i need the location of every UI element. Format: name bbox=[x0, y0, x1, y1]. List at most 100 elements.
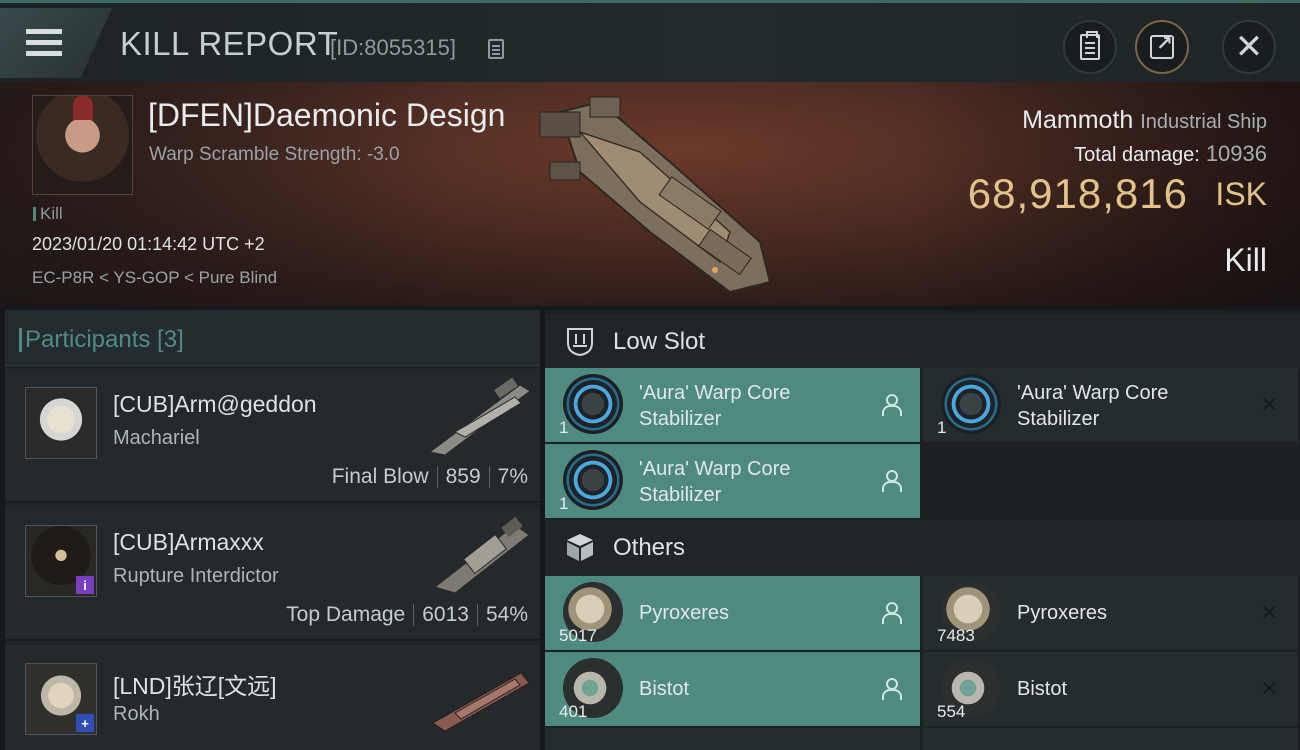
clipboard-button[interactable] bbox=[1063, 20, 1117, 74]
copy-icon[interactable] bbox=[488, 39, 504, 59]
participant-role: Final Blow bbox=[331, 465, 429, 488]
participant-card[interactable]: [CUB]Arm@geddon Machariel Final Blow 859… bbox=[5, 369, 540, 503]
cargo-item-partial[interactable] bbox=[923, 728, 1298, 750]
participant-ship-image bbox=[433, 516, 530, 594]
low-slot-title: Low Slot bbox=[613, 328, 706, 355]
participants-panel: Participants [3] [CUB]Arm@geddon Machari… bbox=[5, 310, 540, 750]
dropped-status bbox=[882, 602, 904, 624]
cargo-item[interactable]: 554 Bistot ✕ bbox=[923, 652, 1298, 726]
destroyed-status: ✕ bbox=[1260, 602, 1282, 624]
participants-title: Participants [3] bbox=[19, 326, 184, 353]
participant-stats: Final Blow 859 7% bbox=[332, 465, 528, 489]
cargo-item[interactable]: 401 Bistot bbox=[545, 652, 920, 726]
item-name: Pyroxeres bbox=[1017, 602, 1108, 624]
participant-card[interactable]: + [LND]张辽[文远] Rokh bbox=[5, 645, 540, 750]
warp-core-stabilizer-icon bbox=[563, 450, 623, 510]
low-slot-icon bbox=[567, 328, 593, 356]
item-quantity: 7483 bbox=[937, 626, 975, 645]
participant-damage: 859 bbox=[445, 465, 481, 488]
destroyed-status: ✕ bbox=[1260, 394, 1282, 416]
participant-stats: Top Damage 6013 54% bbox=[286, 603, 528, 627]
x-icon: ✕ bbox=[1260, 676, 1279, 701]
kill-tag: Kill bbox=[33, 204, 63, 224]
item-name: 'Aura' Warp Core Stabilizer bbox=[639, 382, 791, 430]
others-title: Others bbox=[613, 534, 686, 561]
cargo-item-partial[interactable] bbox=[545, 728, 920, 750]
kill-tag-label: Kill bbox=[40, 204, 63, 223]
close-icon: ✕ bbox=[1234, 28, 1264, 66]
total-damage-label: Total damage: bbox=[1074, 144, 1200, 166]
warp-core-stabilizer-icon bbox=[563, 374, 623, 434]
ship-category: Industrial Ship bbox=[1140, 111, 1267, 133]
victim-portrait[interactable] bbox=[32, 95, 133, 195]
participant-card[interactable]: i [CUB]Armaxxx Rupture Interdictor Top D… bbox=[5, 507, 540, 641]
fitting-item[interactable]: 1 'Aura' Warp Core Stabilizer bbox=[545, 444, 920, 518]
person-icon bbox=[882, 678, 902, 700]
ship-render bbox=[539, 96, 772, 294]
item-quantity: 401 bbox=[559, 702, 588, 721]
item-name: Bistot bbox=[1017, 678, 1068, 700]
participants-header: Participants [3] bbox=[5, 310, 540, 366]
avatar[interactable] bbox=[25, 387, 97, 459]
item-quantity: 1 bbox=[559, 418, 569, 437]
menu-icon bbox=[26, 29, 62, 57]
item-quantity: 1 bbox=[937, 418, 947, 437]
cargo-item[interactable]: 5017 Pyroxeres bbox=[545, 576, 920, 650]
cargo-box-icon bbox=[567, 534, 593, 561]
participant-name: [CUB]Arm@geddon bbox=[113, 391, 317, 417]
participant-role: Top Damage bbox=[286, 603, 406, 626]
others-header: Others bbox=[545, 520, 1300, 576]
ship-class[interactable]: Mammoth Industrial Ship bbox=[1022, 106, 1267, 135]
item-name: 'Aura' Warp Core Stabilizer bbox=[639, 458, 791, 506]
kill-location: EC-P8R < YS-GOP < Pure Blind bbox=[32, 268, 278, 287]
close-button[interactable]: ✕ bbox=[1222, 20, 1276, 74]
fitting-item[interactable]: 1 'Aura' Warp Core Stabilizer ✕ bbox=[923, 368, 1298, 442]
victim-name[interactable]: [DFEN]Daemonic Design bbox=[148, 97, 505, 134]
isk-value: 68,918,816 bbox=[967, 170, 1188, 217]
participant-ship: Rokh bbox=[113, 703, 160, 725]
cargo-item[interactable]: 7483 Pyroxeres ✕ bbox=[923, 576, 1298, 650]
avatar[interactable]: + bbox=[25, 663, 97, 735]
item-quantity: 1 bbox=[559, 494, 569, 513]
report-id: [ID:8055315] bbox=[330, 35, 456, 60]
item-name: 'Aura' Warp Core Stabilizer bbox=[1017, 382, 1169, 430]
participant-ship: Machariel bbox=[113, 427, 200, 449]
item-quantity: 5017 bbox=[559, 626, 597, 645]
item-quantity: 554 bbox=[937, 702, 966, 721]
x-icon: ✕ bbox=[1260, 600, 1279, 625]
item-name: Bistot bbox=[639, 678, 690, 700]
fitting-panel: Low Slot 1 'Aura' Warp Core Stabilizer 1… bbox=[545, 310, 1300, 750]
destroyed-status: ✕ bbox=[1260, 678, 1282, 700]
participant-ship: Rupture Interdictor bbox=[113, 565, 279, 587]
plus-badge-icon: + bbox=[76, 714, 94, 732]
warp-core-stabilizer-icon bbox=[941, 374, 1001, 434]
ship-name: Mammoth bbox=[1022, 106, 1134, 134]
share-icon bbox=[1150, 31, 1174, 59]
dropped-status bbox=[882, 394, 904, 416]
avatar[interactable]: i bbox=[25, 525, 97, 597]
total-damage: Total damage: 10936 bbox=[1074, 141, 1267, 167]
participant-name: [LND]张辽[文远] bbox=[113, 673, 277, 699]
dropped-status bbox=[882, 678, 904, 700]
x-icon: ✕ bbox=[1260, 392, 1279, 417]
item-name: Pyroxeres bbox=[639, 602, 730, 624]
clipboard-icon bbox=[1080, 31, 1100, 60]
isk-unit: ISK bbox=[1215, 176, 1267, 212]
share-button[interactable] bbox=[1135, 20, 1189, 74]
kill-datetime: 2023/01/20 01:14:42 UTC +2 bbox=[32, 234, 265, 254]
participant-damage: 6013 bbox=[422, 603, 469, 626]
participant-ship-image bbox=[432, 672, 530, 732]
participant-name: [CUB]Armaxxx bbox=[113, 529, 264, 555]
menu-button[interactable] bbox=[0, 8, 112, 78]
info-badge-icon: i bbox=[76, 576, 94, 594]
person-icon bbox=[882, 470, 902, 492]
result-label: Kill bbox=[1224, 242, 1267, 278]
low-slot-header: Low Slot bbox=[545, 314, 1300, 370]
participant-percent: 7% bbox=[497, 465, 528, 488]
dropped-status bbox=[882, 470, 904, 492]
warp-scramble-strength: Warp Scramble Strength: -3.0 bbox=[149, 144, 400, 165]
total-damage-value: 10936 bbox=[1205, 141, 1267, 166]
participant-ship-image bbox=[428, 377, 531, 456]
page-title: KILL REPORT bbox=[120, 25, 339, 62]
fitting-item[interactable]: 1 'Aura' Warp Core Stabilizer bbox=[545, 368, 920, 442]
